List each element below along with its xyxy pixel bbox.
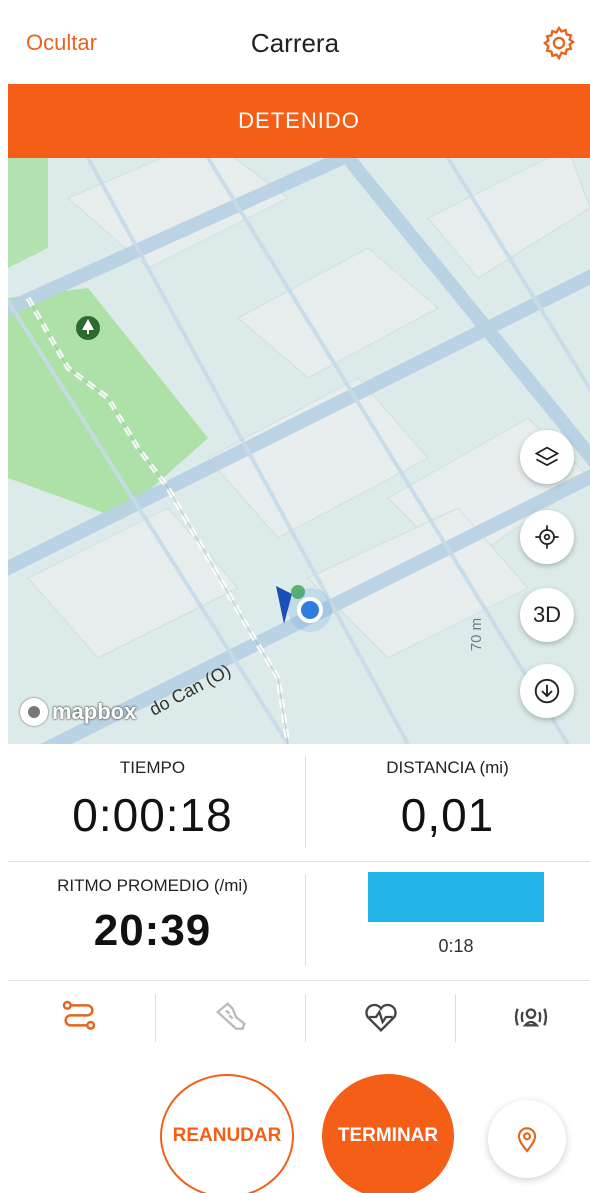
top-bar: Ocultar Carrera — [0, 0, 590, 86]
heart-rate-icon — [365, 1003, 397, 1032]
divider — [305, 756, 306, 848]
time-label: TIEMPO — [119, 758, 186, 777]
divider — [305, 874, 306, 966]
divider — [8, 861, 590, 862]
action-bar: REANUDAR TERMINAR — [0, 1070, 590, 1193]
mapbox-logo: mapbox — [20, 698, 136, 726]
pin-button[interactable] — [488, 1100, 566, 1178]
map-pin-icon — [517, 1127, 537, 1153]
finish-button[interactable]: TERMINAR — [322, 1074, 454, 1193]
3d-label: 3D — [532, 602, 562, 627]
layers-button[interactable] — [520, 430, 574, 484]
distance-value: 0,01 — [400, 789, 495, 841]
pace-label: RITMO PROMEDIO (/mi) — [57, 876, 248, 895]
map-view[interactable]: do Can (O) 70 m 3D mapbox — [8, 158, 590, 744]
split-bar — [368, 872, 544, 922]
mapbox-icon — [20, 698, 48, 726]
divider — [8, 980, 590, 981]
locate-button[interactable] — [520, 510, 574, 564]
shoe-icon — [215, 1002, 246, 1030]
stats-panel: TIEMPO 0:00:18 DISTANCIA (mi) 0,01 RITMO… — [0, 744, 590, 984]
sensor-icon — [514, 1008, 548, 1027]
tab-heart-rate[interactable] — [306, 984, 456, 1050]
page-title: Carrera — [250, 28, 340, 58]
tab-shoes[interactable] — [156, 984, 306, 1050]
mapbox-label: mapbox — [52, 699, 137, 724]
locate-icon — [535, 525, 559, 549]
distance-stat: DISTANCIA (mi) 0,01 — [305, 758, 590, 842]
time-value: 0:00:18 — [72, 789, 233, 841]
route-icon — [62, 1000, 96, 1030]
resume-button[interactable]: REANUDAR — [160, 1074, 294, 1193]
pace-value: 20:39 — [93, 906, 212, 955]
tab-route[interactable] — [4, 984, 154, 1050]
split-time: 0:18 — [438, 936, 474, 956]
metric-tabs — [0, 984, 590, 1050]
time-stat: TIEMPO 0:00:18 — [0, 758, 305, 842]
layers-icon — [534, 446, 560, 467]
download-icon — [534, 678, 560, 704]
map-canvas — [8, 158, 590, 744]
status-banner: DETENIDO — [8, 84, 590, 158]
download-button[interactable] — [520, 664, 574, 718]
tab-sensor[interactable] — [456, 984, 590, 1050]
elevation-label: 70 m — [468, 617, 486, 652]
distance-label: DISTANCIA (mi) — [386, 758, 509, 777]
pace-stat: RITMO PROMEDIO (/mi) 20:39 — [0, 876, 305, 956]
3d-button[interactable]: 3D — [520, 588, 574, 642]
gear-icon[interactable] — [540, 24, 578, 62]
